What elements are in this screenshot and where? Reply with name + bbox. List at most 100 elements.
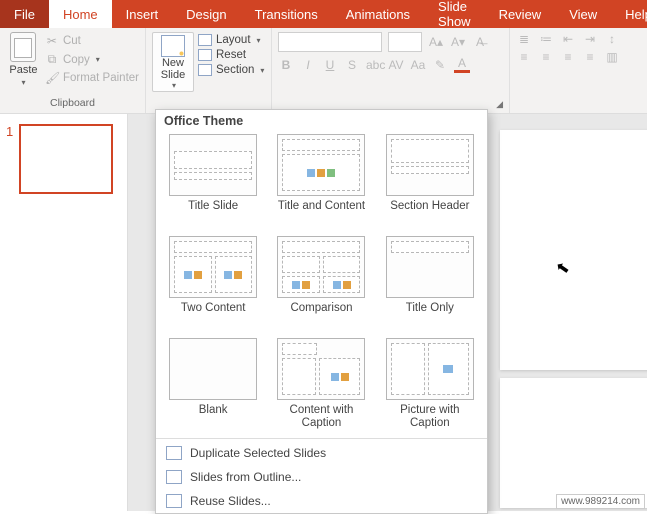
group-label-clipboard: Clipboard bbox=[6, 95, 139, 111]
paste-label: Paste bbox=[9, 64, 37, 76]
paste-dropdown-icon[interactable]: ▾ bbox=[21, 78, 25, 87]
group-font: A▴ A▾ A̶ B I U S abc AV Aa ✎ A ◢ bbox=[272, 28, 510, 113]
slide-page-2[interactable] bbox=[500, 378, 647, 508]
paste-button[interactable]: Paste ▾ bbox=[6, 32, 41, 87]
tab-slideshow[interactable]: Slide Show bbox=[424, 0, 485, 28]
reset-icon bbox=[198, 49, 212, 61]
reset-button[interactable]: Reset bbox=[198, 49, 264, 61]
layout-content-with-caption[interactable]: Content with Caption bbox=[274, 338, 368, 430]
slides-from-outline[interactable]: Slides from Outline... bbox=[156, 465, 487, 489]
thumbnail-preview[interactable] bbox=[19, 124, 113, 194]
numbering-button[interactable]: ≔ bbox=[538, 32, 554, 46]
clear-formatting-icon[interactable]: A̶ bbox=[472, 35, 488, 49]
group-clipboard: Paste ▾ ✂ Cut ⧉ Copy ▾ 🖌 Format Painter bbox=[0, 28, 146, 113]
columns-button[interactable]: ▥ bbox=[604, 50, 620, 64]
layout-gallery: Title Slide Title and Content Section He… bbox=[156, 134, 487, 436]
italic-button[interactable]: I bbox=[300, 58, 316, 72]
tab-transitions[interactable]: Transitions bbox=[241, 0, 332, 28]
format-painter-button[interactable]: 🖌 Format Painter bbox=[45, 71, 139, 85]
copy-icon: ⧉ bbox=[45, 52, 59, 67]
tab-view[interactable]: View bbox=[555, 0, 611, 28]
indent-increase-button[interactable]: ⇥ bbox=[582, 32, 598, 46]
strikethrough-button[interactable]: S bbox=[344, 58, 360, 72]
tab-review[interactable]: Review bbox=[485, 0, 556, 28]
new-slide-button[interactable]: New Slide ▾ bbox=[152, 32, 194, 92]
outline-icon bbox=[166, 470, 182, 484]
font-highlight-button[interactable]: ✎ bbox=[432, 58, 448, 72]
char-spacing-button[interactable]: AV bbox=[388, 58, 404, 72]
slide-thumbnail-pane[interactable]: 1 bbox=[0, 114, 128, 511]
line-spacing-button[interactable]: ↕ bbox=[604, 32, 620, 46]
shadow-button[interactable]: abc bbox=[366, 58, 382, 72]
chevron-down-icon[interactable]: ▾ bbox=[172, 81, 176, 90]
section-icon bbox=[198, 64, 212, 76]
layout-two-content[interactable]: Two Content bbox=[166, 236, 260, 328]
font-size-combo[interactable] bbox=[388, 32, 422, 52]
layout-title-and-content[interactable]: Title and Content bbox=[274, 134, 368, 226]
format-painter-icon: 🖌 bbox=[45, 71, 59, 85]
layout-title-slide[interactable]: Title Slide bbox=[166, 134, 260, 226]
increase-font-icon[interactable]: A▴ bbox=[428, 35, 444, 49]
chevron-down-icon: ▾ bbox=[260, 66, 264, 75]
thumbnail-item[interactable]: 1 bbox=[6, 124, 121, 194]
layout-button[interactable]: Layout ▾ bbox=[198, 34, 264, 46]
layout-section-header[interactable]: Section Header bbox=[383, 134, 477, 226]
tab-insert[interactable]: Insert bbox=[112, 0, 173, 28]
layout-thumb bbox=[169, 134, 257, 196]
layout-thumb bbox=[277, 134, 365, 196]
align-center-button[interactable]: ≡ bbox=[538, 50, 554, 64]
align-right-button[interactable]: ≡ bbox=[560, 50, 576, 64]
justify-button[interactable]: ≡ bbox=[582, 50, 598, 64]
layout-thumb bbox=[386, 134, 474, 196]
font-color-button[interactable]: A bbox=[454, 56, 470, 73]
cut-icon: ✂ bbox=[45, 34, 59, 48]
reuse-slides[interactable]: Reuse Slides... bbox=[156, 489, 487, 513]
font-dialog-launcher-icon[interactable]: ◢ bbox=[496, 99, 503, 109]
cut-label: Cut bbox=[63, 35, 81, 47]
bold-button[interactable]: B bbox=[278, 58, 294, 72]
chevron-down-icon: ▾ bbox=[257, 36, 261, 45]
format-painter-label: Format Painter bbox=[63, 72, 139, 84]
cut-button[interactable]: ✂ Cut bbox=[45, 34, 139, 48]
layout-comparison[interactable]: Comparison bbox=[274, 236, 368, 328]
underline-button[interactable]: U bbox=[322, 58, 338, 72]
duplicate-icon bbox=[166, 446, 182, 460]
change-case-button[interactable]: Aa bbox=[410, 58, 426, 72]
watermark: www.989214.com bbox=[556, 494, 645, 509]
bullets-button[interactable]: ≣ bbox=[516, 32, 532, 46]
ribbon: Paste ▾ ✂ Cut ⧉ Copy ▾ 🖌 Format Painter bbox=[0, 28, 647, 114]
section-button[interactable]: Section ▾ bbox=[198, 64, 264, 76]
layout-thumb bbox=[386, 236, 474, 298]
tab-file[interactable]: File bbox=[0, 0, 49, 28]
new-slide-dropdown: Office Theme Title Slide Title and Conte… bbox=[155, 109, 488, 514]
paste-icon bbox=[10, 32, 36, 62]
decrease-font-icon[interactable]: A▾ bbox=[450, 35, 466, 49]
align-left-button[interactable]: ≡ bbox=[516, 50, 532, 64]
group-paragraph: ≣ ≔ ⇤ ⇥ ↕ ≡ ≡ ≡ ≡ ▥ bbox=[510, 28, 642, 113]
layout-thumb bbox=[169, 236, 257, 298]
duplicate-selected-slides[interactable]: Duplicate Selected Slides bbox=[156, 441, 487, 465]
group-label-paragraph bbox=[516, 95, 636, 111]
new-slide-icon bbox=[161, 35, 185, 57]
dropdown-header: Office Theme bbox=[156, 110, 487, 134]
layout-blank[interactable]: Blank bbox=[166, 338, 260, 430]
copy-button[interactable]: ⧉ Copy ▾ bbox=[45, 52, 139, 67]
layout-thumb bbox=[386, 338, 474, 400]
tab-animations[interactable]: Animations bbox=[332, 0, 424, 28]
dropdown-separator bbox=[156, 438, 487, 439]
slide-page[interactable] bbox=[500, 130, 647, 370]
layout-title-only[interactable]: Title Only bbox=[383, 236, 477, 328]
font-name-combo[interactable] bbox=[278, 32, 382, 52]
layout-thumb bbox=[169, 338, 257, 400]
reset-label: Reset bbox=[216, 49, 246, 61]
tab-design[interactable]: Design bbox=[172, 0, 240, 28]
reuse-icon bbox=[166, 494, 182, 508]
group-slides: New Slide ▾ Layout ▾ Reset Section ▾ bbox=[146, 28, 272, 113]
new-slide-label: New Slide bbox=[155, 57, 191, 81]
indent-decrease-button[interactable]: ⇤ bbox=[560, 32, 576, 46]
layout-picture-with-caption[interactable]: Picture with Caption bbox=[383, 338, 477, 430]
tab-home[interactable]: Home bbox=[49, 0, 112, 28]
layout-thumb bbox=[277, 338, 365, 400]
ribbon-tab-strip: File Home Insert Design Transitions Anim… bbox=[0, 0, 647, 28]
tab-help[interactable]: Help bbox=[611, 0, 647, 28]
